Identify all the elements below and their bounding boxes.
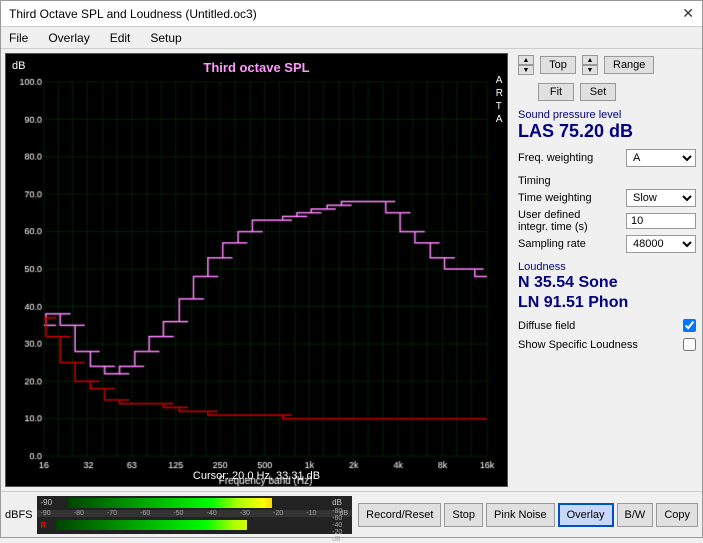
menu-bar: File Overlay Edit Setup	[1, 27, 702, 49]
top-button[interactable]: Top	[540, 56, 576, 74]
bar-inactive-r	[272, 498, 330, 508]
freq-weighting-label: Freq. weighting	[518, 152, 626, 164]
range-down-btn[interactable]: ▼	[582, 65, 598, 75]
top-down-btn[interactable]: ▼	[518, 65, 534, 75]
timing-title: Timing	[518, 175, 696, 187]
fit-button[interactable]: Fit	[538, 83, 574, 101]
freq-weighting-row: Freq. weighting A B C Z	[518, 149, 696, 167]
main-window: Third Octave SPL and Loudness (Untitled.…	[0, 0, 703, 538]
chart-title: Third octave SPL	[6, 60, 507, 75]
bar-inactive-l	[247, 520, 329, 530]
range-button[interactable]: Range	[604, 56, 654, 74]
menu-overlay[interactable]: Overlay	[44, 30, 93, 46]
spl-value: LAS 75.20 dB	[518, 121, 696, 143]
spl-section: Sound pressure level LAS 75.20 dB	[518, 107, 696, 143]
bar-track-r	[68, 498, 330, 508]
chart-area: Third octave SPL dB A R T A Cursor: 20.0…	[5, 53, 508, 487]
loudness-n-value: N 35.54 Sone	[518, 273, 696, 294]
range-spin: ▲ ▼	[582, 55, 598, 75]
loudness-section: Loudness N 35.54 Sone LN 91.51 Phon	[518, 261, 696, 315]
meter-top-row: -90 dB	[37, 496, 353, 510]
loudness-ln-value: LN 91.51 Phon	[518, 293, 696, 314]
top-up-btn[interactable]: ▲	[518, 55, 534, 65]
spl-section-label: Sound pressure level	[518, 109, 696, 121]
overlay-button[interactable]: Overlay	[558, 503, 614, 527]
loudness-label: Loudness	[518, 261, 696, 273]
diffuse-field-label: Diffuse field	[518, 320, 679, 332]
window-title: Third Octave SPL and Loudness (Untitled.…	[9, 7, 257, 21]
sampling-rate-row: Sampling rate 44100 48000 96000	[518, 235, 696, 253]
record-reset-button[interactable]: Record/Reset	[358, 503, 441, 527]
bottom-bar: dBFS -90 dB -90 -80 -70 -60 -50 -40 -30	[1, 491, 702, 537]
menu-edit[interactable]: Edit	[106, 30, 135, 46]
diffuse-field-row: Diffuse field	[518, 319, 696, 332]
chart-cursor: Cursor: 20.0 Hz, 33.31 dB	[6, 470, 507, 482]
sampling-rate-select[interactable]: 44100 48000 96000	[626, 235, 696, 253]
nav-controls: ▲ ▼ Top ▲ ▼ Range	[518, 53, 696, 77]
time-weighting-label: Time weighting	[518, 192, 626, 204]
chart-db-label: dB	[12, 60, 25, 72]
nav-controls-2: Fit Set	[518, 81, 696, 103]
freq-weighting-select[interactable]: A B C Z	[626, 149, 696, 167]
pink-noise-button[interactable]: Pink Noise	[486, 503, 555, 527]
ch-r-label: R	[41, 521, 53, 530]
user-defined-input[interactable]	[626, 213, 696, 229]
dbfs-label: dBFS	[5, 509, 33, 521]
timing-section: Timing Time weighting Slow Fast Impulse …	[518, 175, 696, 255]
menu-file[interactable]: File	[5, 30, 32, 46]
bar-track-l	[56, 520, 330, 530]
menu-setup[interactable]: Setup	[146, 30, 185, 46]
sampling-rate-label: Sampling rate	[518, 238, 626, 250]
right-panel: ▲ ▼ Top ▲ ▼ Range Fit Set Sound pressure…	[512, 49, 702, 491]
level-meter: -90 dB -90 -80 -70 -60 -50 -40 -30 -20 -…	[37, 496, 353, 534]
diffuse-field-checkbox[interactable]	[683, 319, 696, 332]
bw-button[interactable]: B/W	[617, 503, 654, 527]
copy-button[interactable]: Copy	[656, 503, 698, 527]
show-specific-loudness-checkbox[interactable]	[683, 338, 696, 351]
set-button[interactable]: Set	[580, 83, 616, 101]
show-specific-loudness-row: Show Specific Loudness	[518, 338, 696, 351]
close-button[interactable]: ✕	[682, 5, 694, 22]
title-bar: Third Octave SPL and Loudness (Untitled.…	[1, 1, 702, 27]
user-defined-row: User defined integr. time (s)	[518, 209, 696, 233]
chart-canvas	[6, 54, 507, 486]
time-weighting-select[interactable]: Slow Fast Impulse	[626, 189, 696, 207]
main-content: Third octave SPL dB A R T A Cursor: 20.0…	[1, 49, 702, 491]
chart-arta-label: A R T A	[496, 74, 503, 126]
top-spin: ▲ ▼	[518, 55, 534, 75]
tick-labels: -90 -80 -70 -60 -50 -40 -30 -20 -10 dB	[41, 510, 349, 517]
stop-button[interactable]: Stop	[444, 503, 483, 527]
time-weighting-row: Time weighting Slow Fast Impulse	[518, 189, 696, 207]
meter-tick-row: -90 -80 -70 -60 -50 -40 -30 -20 -10 dB	[37, 510, 353, 517]
range-up-btn[interactable]: ▲	[582, 55, 598, 65]
bottom-buttons: Record/Reset Stop Pink Noise Overlay B/W…	[358, 503, 698, 527]
meter-top-scale: -90	[41, 498, 65, 507]
show-specific-loudness-label: Show Specific Loudness	[518, 339, 679, 351]
meter-bottom-row: R -80 -60 -40 -20 dB	[37, 517, 353, 534]
dbscale-r: dB	[332, 498, 348, 507]
user-defined-label: User defined integr. time (s)	[518, 209, 626, 233]
